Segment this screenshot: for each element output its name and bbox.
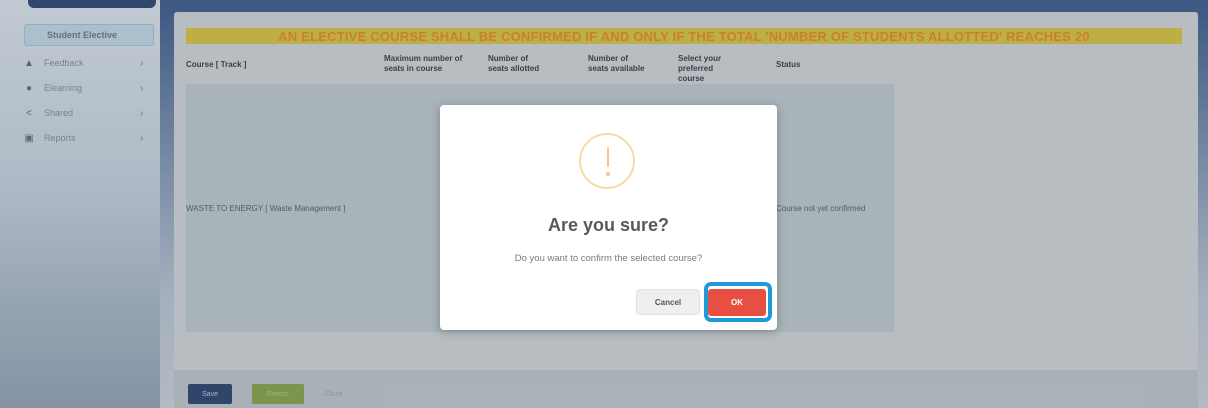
ok-button[interactable]: OK xyxy=(708,289,766,316)
ok-button-label: OK xyxy=(731,298,743,307)
warning-icon xyxy=(579,133,635,189)
dialog-title: Are you sure? xyxy=(547,215,670,235)
dialog-message: Do you want to confirm the selected cour… xyxy=(514,253,703,264)
confirm-dialog: Are you sure? Do you want to confirm the… xyxy=(440,105,777,330)
cancel-button[interactable]: Cancel xyxy=(636,289,700,315)
cancel-button-label: Cancel xyxy=(654,297,682,307)
